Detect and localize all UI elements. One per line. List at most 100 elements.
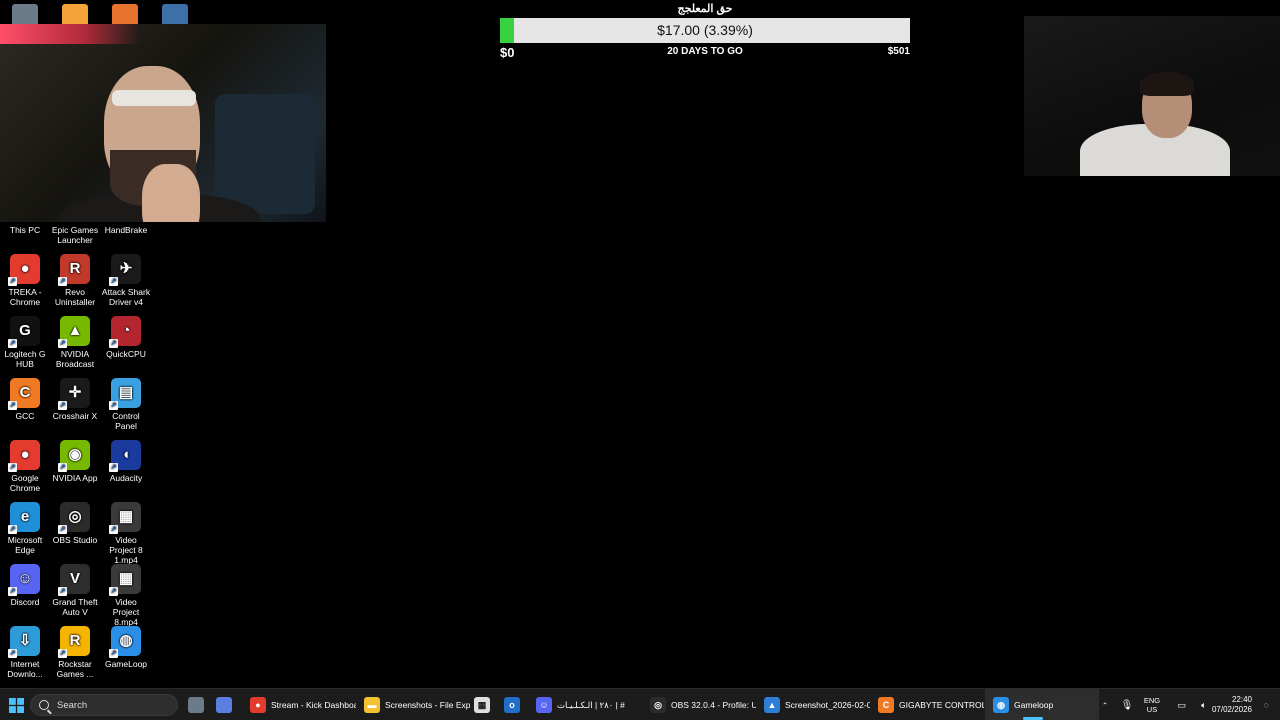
desktop-icon[interactable]: ◔ ↗ QuickCPU	[101, 316, 151, 359]
pinned-app-2[interactable]	[214, 689, 234, 720]
shortcut-arrow-icon: ↗	[109, 525, 118, 534]
rockstar-icon: R ↗	[58, 626, 90, 658]
taskbar-search[interactable]: Search	[30, 694, 178, 716]
shortcut-arrow-icon: ↗	[8, 401, 17, 410]
gameloop-icon: ◍ ↗	[109, 626, 141, 658]
desktop-icon-label: Control Panel	[112, 411, 140, 431]
shortcut-arrow-icon: ↗	[8, 463, 17, 472]
taskbar-app[interactable]: ◍ Gameloop	[985, 689, 1099, 720]
pinned-app-1[interactable]	[186, 689, 206, 720]
desktop-icon-label: GCC	[15, 411, 35, 421]
clock-time: 22:40	[1231, 695, 1252, 704]
idm-icon: ⇩ ↗	[8, 626, 40, 658]
webcam-overlay-left	[0, 24, 326, 222]
desktop-icon[interactable]: ▦ ↗ Video Project 8 1.mp4	[101, 502, 151, 565]
desktop-icon-label: Revo Uninstaller	[54, 287, 96, 307]
video-file-icon: ▦ ↗	[109, 502, 141, 534]
notifications-button[interactable]: ◌	[1258, 689, 1274, 720]
desktop-icon[interactable]: ● ↗ TREKA - Chrome	[0, 254, 50, 307]
desktop-icon-label: NVIDIA App	[52, 473, 98, 483]
gta-icon: V ↗	[58, 564, 90, 596]
pinned-app-store[interactable]: ▦	[472, 689, 492, 720]
video-file-icon: ▦ ↗	[109, 564, 141, 596]
shortcut-arrow-icon: ↗	[58, 277, 67, 286]
chrome-icon: ● ↗	[8, 254, 40, 286]
taskbar-app[interactable]: ☺ ٢٨٠ | الـكـلـيـات | #	[528, 689, 642, 720]
desktop-icon[interactable]: C ↗ GCC	[0, 378, 50, 421]
shortcut-arrow-icon: ↗	[58, 401, 67, 410]
desktop-icon-label: Audacity	[109, 473, 143, 483]
search-icon	[39, 700, 49, 710]
desktop-icon[interactable]: ▤ ↗ Control Panel	[101, 378, 151, 431]
desktop-icon-label: QuickCPU	[106, 349, 146, 359]
hand	[142, 164, 200, 222]
desktop-icon-label: GameLoop	[104, 659, 148, 669]
windows-icon	[8, 697, 24, 713]
search-label: Search	[57, 699, 88, 711]
shortcut-arrow-icon: ↗	[8, 525, 17, 534]
pinned-app-outlook[interactable]: o	[502, 689, 522, 720]
lang-code: ENG	[1143, 696, 1161, 705]
tray-overflow-chevron[interactable]: ⌃	[1098, 689, 1112, 720]
desktop-icon[interactable]: ✈ ↗ Attack Shark Driver v4	[101, 254, 151, 307]
clock-date: 07/02/2026	[1211, 705, 1252, 714]
desktop-icon-label: Logitech G HUB	[4, 349, 46, 369]
taskbar-app-label: Stream - Kick Dashboa	[271, 700, 356, 710]
desktop-icon[interactable]: ◎ ↗ OBS Studio	[50, 502, 100, 545]
desktop-icon[interactable]: R ↗ Rockstar Games ...	[50, 626, 100, 679]
goal-title: حق المعلجج	[677, 3, 733, 15]
desktop-icon[interactable]: ☺ ↗ Discord	[0, 564, 50, 607]
desktop-icon-label: Video Project 8 1.mp4	[109, 535, 143, 565]
store-icon: ▦	[474, 697, 490, 713]
app-icon	[188, 697, 204, 713]
discord-icon: ☺	[536, 697, 552, 713]
shortcut-arrow-icon: ↗	[58, 463, 67, 472]
start-button[interactable]	[4, 689, 28, 720]
desktop-icon[interactable]: ◉ ↗ NVIDIA App	[50, 440, 100, 483]
desktop-icon[interactable]: R ↗ Revo Uninstaller	[50, 254, 100, 307]
desktop-icon[interactable]: ▲ ↗ NVIDIA Broadcast	[50, 316, 100, 369]
desktop-icon-label: Crosshair X	[52, 411, 98, 421]
desktop-icon-top-4[interactable]	[162, 4, 188, 26]
taskbar-app-label: Screenshot_2026-02-0	[785, 700, 870, 710]
desktop-icon-label: Microsoft Edge	[7, 535, 43, 555]
obs-icon: ◎ ↗	[58, 502, 90, 534]
shortcut-arrow-icon: ↗	[109, 587, 118, 596]
desktop-icon[interactable]: ● ↗ Google Chrome	[0, 440, 50, 493]
microphone-tray[interactable]: 🎙︎	[1120, 689, 1134, 720]
gameloop-icon: ◍	[993, 697, 1009, 713]
taskbar-app-label: Screenshots - File Expl	[385, 700, 470, 710]
goal-max: $501	[887, 46, 910, 57]
taskbar-app[interactable]: ◎ OBS 32.0.4 - Profile: U	[642, 689, 756, 720]
desktop-icon[interactable]: V ↗ Grand Theft Auto V	[50, 564, 100, 617]
taskbar-app-label: OBS 32.0.4 - Profile: U	[671, 700, 756, 710]
taskbar-app[interactable]: ▲ Screenshot_2026-02-0	[756, 689, 870, 720]
desktop-icon[interactable]: G ↗ Logitech G HUB	[0, 316, 50, 369]
desktop-icon[interactable]: ▦ ↗ Video Project 8.mp4	[101, 564, 151, 627]
desktop-icon[interactable]: e ↗ Microsoft Edge	[0, 502, 50, 555]
taskbar-app[interactable]: ● Stream - Kick Dashboa	[242, 689, 356, 720]
control-panel-icon: ▤ ↗	[109, 378, 141, 410]
shortcut-arrow-icon: ↗	[109, 463, 118, 472]
goal-progress-bar: $17.00 (3.39%)	[500, 18, 910, 43]
desktop-icon[interactable]: ⇩ ↗ Internet Downlo...	[0, 626, 50, 679]
desktop-icon-label: HandBrake	[104, 225, 148, 235]
discord-icon: ☺ ↗	[8, 564, 40, 596]
goal-amount: $17.00 (3.39%)	[657, 22, 753, 38]
crosshair-icon: ✛ ↗	[58, 378, 90, 410]
taskbar-app[interactable]: C GIGABYTE CONTROL C	[870, 689, 984, 720]
desktop-icon[interactable]: ◖ ↗ Audacity	[101, 440, 151, 483]
shortcut-arrow-icon: ↗	[109, 277, 118, 286]
desktop-icon-label: NVIDIA Broadcast	[55, 349, 95, 369]
clock[interactable]: 22:40 07/02/2026	[1206, 689, 1252, 720]
desktop-icon[interactable]: ◍ ↗ GameLoop	[101, 626, 151, 669]
shortcut-arrow-icon: ↗	[109, 401, 118, 410]
taskbar-app[interactable]: ▬ Screenshots - File Expl	[356, 689, 470, 720]
chevron-up-icon: ⌃	[1101, 700, 1109, 710]
shortcut-arrow-icon: ↗	[8, 277, 17, 286]
language-indicator[interactable]: ENG US	[1140, 689, 1164, 720]
guest-hair	[1140, 72, 1194, 96]
revo-uninstaller-icon: R ↗	[58, 254, 90, 286]
shortcut-arrow-icon: ↗	[58, 339, 67, 348]
desktop-icon[interactable]: ✛ ↗ Crosshair X	[50, 378, 100, 421]
